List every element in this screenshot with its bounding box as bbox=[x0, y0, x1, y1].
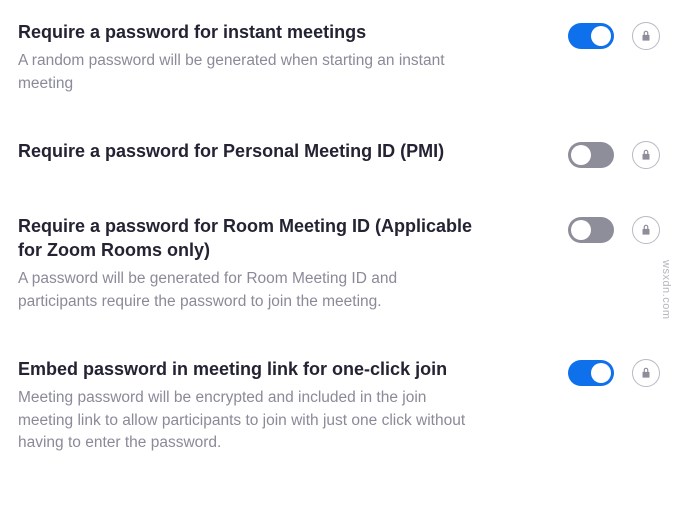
toggle-knob bbox=[571, 145, 591, 165]
setting-text: Require a password for Personal Meeting … bbox=[18, 139, 498, 169]
setting-text: Embed password in meeting link for one-c… bbox=[18, 357, 498, 455]
setting-instant-meeting-password: Require a password for instant meetings … bbox=[18, 20, 660, 95]
toggle-knob bbox=[591, 26, 611, 46]
setting-title: Require a password for Room Meeting ID (… bbox=[18, 214, 478, 263]
setting-room-meeting-password: Require a password for Room Meeting ID (… bbox=[18, 214, 660, 314]
setting-controls bbox=[568, 139, 660, 169]
setting-pmi-password: Require a password for Personal Meeting … bbox=[18, 139, 660, 169]
lock-icon[interactable] bbox=[632, 141, 660, 169]
toggle-knob bbox=[591, 363, 611, 383]
lock-icon[interactable] bbox=[632, 359, 660, 387]
setting-embed-password-link: Embed password in meeting link for one-c… bbox=[18, 357, 660, 455]
setting-text: Require a password for Room Meeting ID (… bbox=[18, 214, 498, 314]
setting-controls bbox=[568, 214, 660, 244]
setting-description: Meeting password will be encrypted and i… bbox=[18, 387, 478, 454]
setting-title: Require a password for Personal Meeting … bbox=[18, 139, 478, 163]
toggle-embed-password-link[interactable] bbox=[568, 360, 614, 386]
toggle-room-meeting-password[interactable] bbox=[568, 217, 614, 243]
lock-icon[interactable] bbox=[632, 22, 660, 50]
setting-text: Require a password for instant meetings … bbox=[18, 20, 498, 95]
lock-icon[interactable] bbox=[632, 216, 660, 244]
setting-description: A password will be generated for Room Me… bbox=[18, 268, 478, 313]
watermark-text: wsxdn.com bbox=[660, 260, 672, 320]
setting-controls bbox=[568, 20, 660, 50]
setting-controls bbox=[568, 357, 660, 387]
toggle-instant-meeting-password[interactable] bbox=[568, 23, 614, 49]
toggle-pmi-password[interactable] bbox=[568, 142, 614, 168]
setting-title: Require a password for instant meetings bbox=[18, 20, 478, 44]
setting-title: Embed password in meeting link for one-c… bbox=[18, 357, 478, 381]
toggle-knob bbox=[571, 220, 591, 240]
setting-description: A random password will be generated when… bbox=[18, 50, 478, 95]
